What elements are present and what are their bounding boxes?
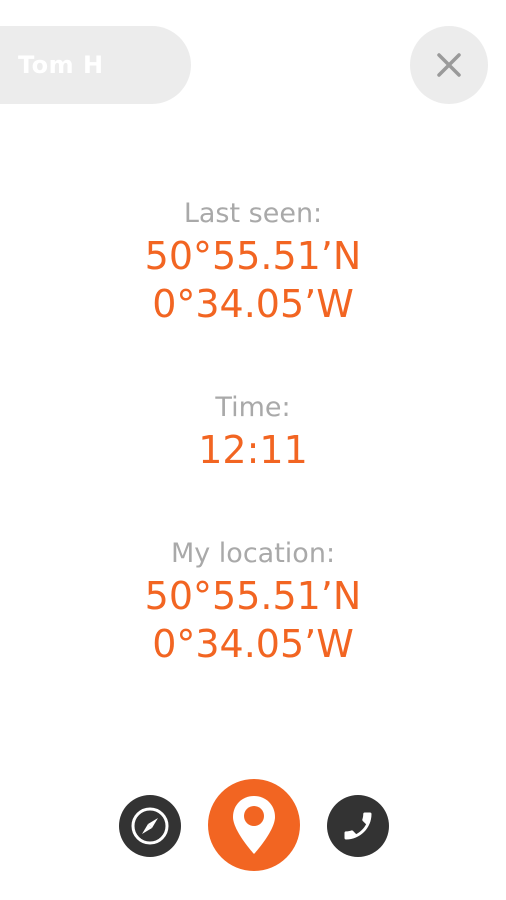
my-location-latitude: 50°55.51’N [144, 574, 362, 618]
compass-button[interactable] [119, 795, 181, 857]
my-location-label: My location: [170, 538, 336, 569]
my-location-longitude: 0°34.05’W [152, 622, 354, 666]
last-seen-longitude: 0°34.05’W [152, 282, 354, 326]
time-label: Time: [215, 392, 291, 423]
location-button[interactable] [208, 779, 300, 871]
contact-name-pill[interactable]: Tom H [0, 26, 191, 104]
location-pin-icon [233, 796, 275, 854]
compass-icon [131, 807, 169, 845]
last-seen-label: Last seen: [183, 198, 323, 229]
phone-button[interactable] [327, 795, 389, 857]
phone-icon [344, 812, 372, 840]
last-seen-latitude: 50°55.51’N [144, 234, 362, 278]
contact-name: Tom H [18, 51, 104, 79]
close-icon [437, 53, 461, 77]
last-seen-section: Last seen: 50°55.51’N 0°34.05’W [0, 198, 506, 326]
my-location-section: My location: 50°55.51’N 0°34.05’W [0, 538, 506, 666]
time-value: 12:11 [198, 428, 308, 472]
close-button[interactable] [410, 26, 488, 104]
time-section: Time: 12:11 [0, 392, 506, 472]
